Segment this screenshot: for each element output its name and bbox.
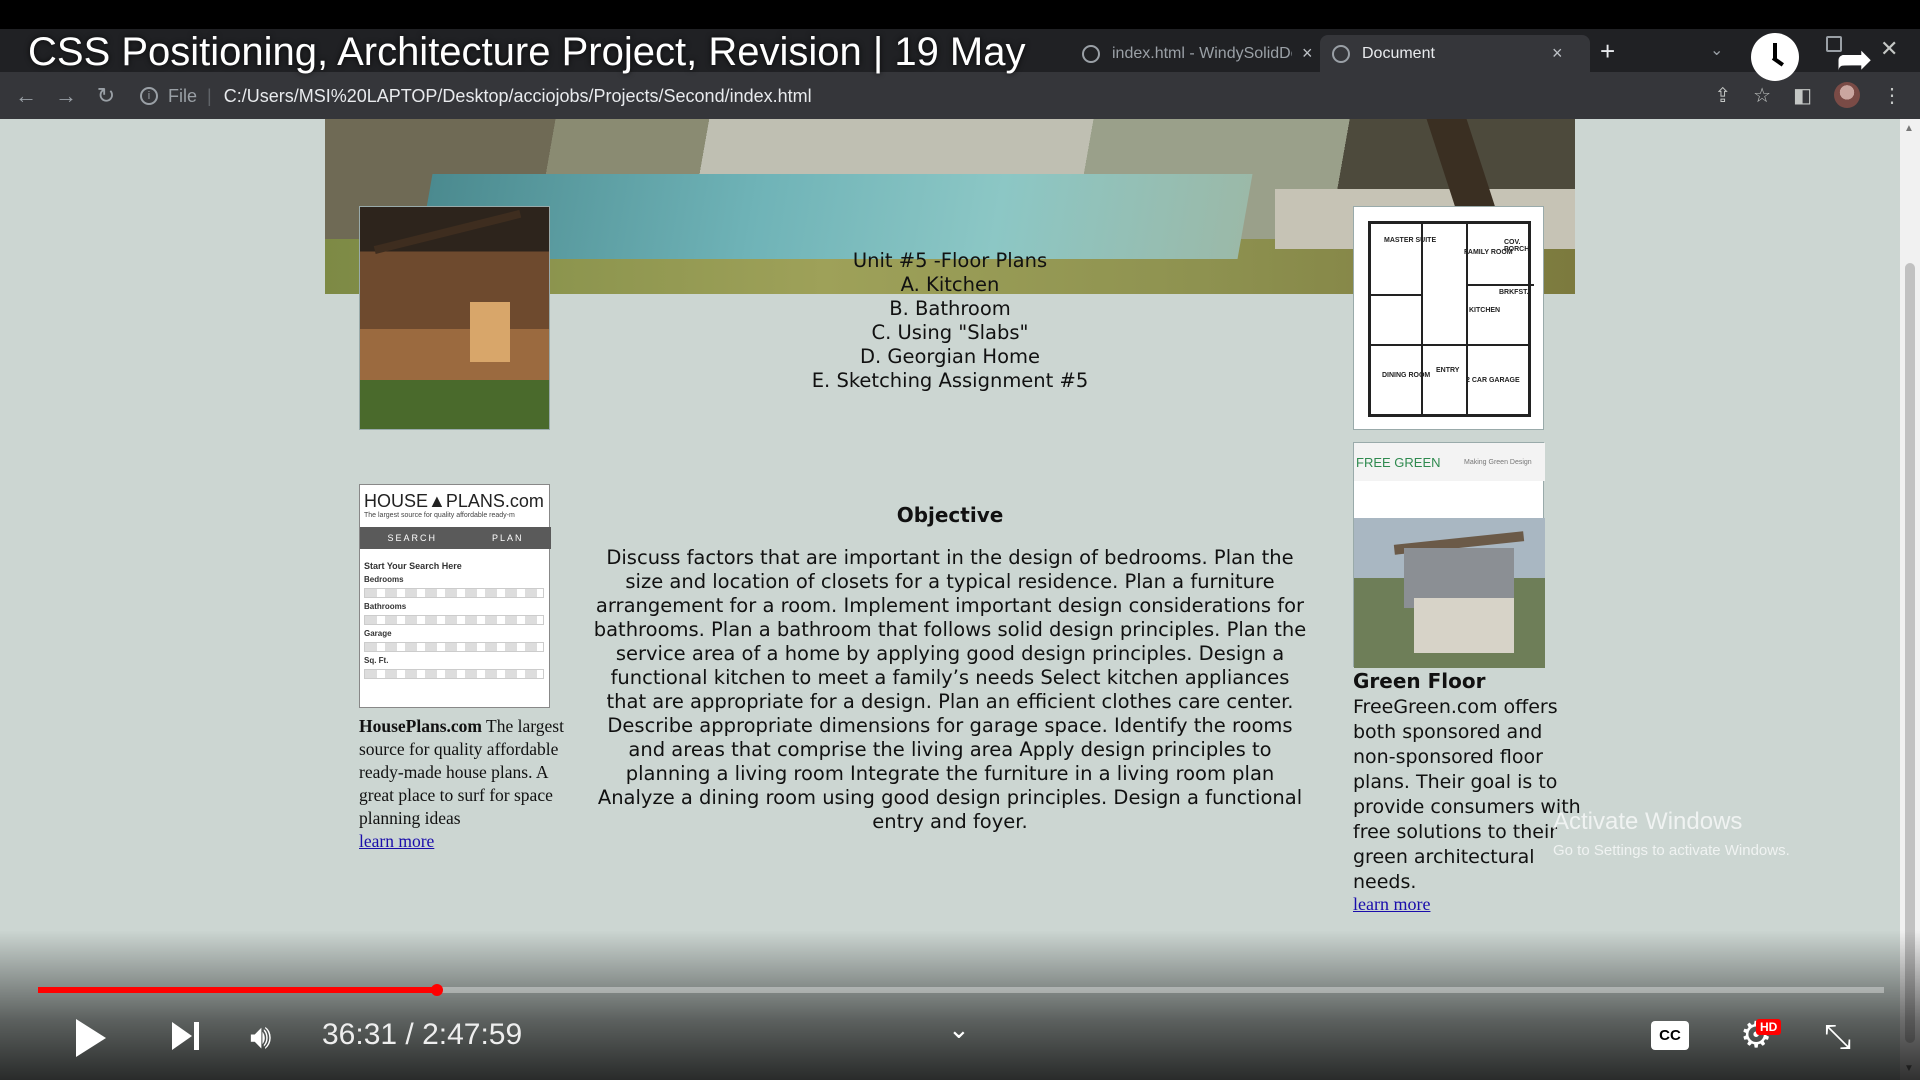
tab-search-chevron-icon[interactable]: ⌄ (1710, 40, 1723, 60)
player-controls-gradient (0, 930, 1920, 1080)
forward-icon[interactable]: → (46, 83, 86, 109)
close-tab-icon[interactable]: × (1302, 43, 1313, 64)
unit-item: C. Using "Slabs" (871, 321, 1029, 344)
green-house-render (1354, 518, 1545, 668)
plan-label: 2 CAR GARAGE (1466, 377, 1520, 384)
divider: | (207, 85, 212, 106)
bookmark-star-icon[interactable]: ☆ (1753, 83, 1771, 108)
back-icon[interactable]: ← (6, 83, 46, 109)
close-tab-icon[interactable]: × (1552, 43, 1563, 64)
freegreen-description: FreeGreen.com offers both sponsored and … (1353, 696, 1581, 893)
side-panel-icon[interactable]: ◧ (1793, 83, 1812, 108)
field-label: Bathrooms (364, 602, 407, 611)
captions-button[interactable]: CC (1651, 1021, 1689, 1050)
wall (1371, 344, 1528, 346)
objective-heading: Objective (896, 503, 1004, 527)
file-label: File (168, 85, 198, 106)
objective-paragraph: Discuss factors that are important in th… (593, 546, 1307, 833)
play-icon[interactable] (76, 1019, 106, 1057)
freegreen-logo: FREE GREEN (1356, 455, 1441, 470)
unit-title: Unit #5 -Floor Plans (852, 249, 1048, 272)
wall (1421, 224, 1423, 414)
window-close-icon[interactable]: ✕ (1880, 36, 1898, 62)
houseplans-image: HOUSE▲PLANS.com The largest source for q… (359, 484, 551, 708)
houseplans-search-bar: SEARCH PLAN (360, 527, 551, 549)
volume-icon[interactable]: 🔊︎ (250, 1018, 271, 1057)
new-tab-button[interactable]: + (1600, 36, 1615, 67)
cabin-interior-image (359, 206, 550, 430)
cabin-light (470, 302, 510, 362)
hd-badge: HD (1756, 1019, 1782, 1035)
codesandbox-icon (1082, 44, 1100, 63)
progress-played (38, 987, 437, 993)
unit-item: E. Sketching Assignment #5 (811, 369, 1089, 392)
freegreen-learn-more-link[interactable]: learn more (1353, 894, 1430, 915)
search-title: Start Your Search Here (364, 561, 462, 571)
video-time: 36:31 / 2:47:59 (322, 1018, 523, 1051)
field-label: Garage (364, 629, 392, 638)
field-row (364, 669, 544, 679)
exit-fullscreen-icon[interactable]: ⤡ (1824, 1018, 1851, 1057)
scroll-thumb[interactable] (1905, 263, 1915, 1043)
houseplans-logo: HOUSE▲PLANS.com (364, 491, 544, 511)
expand-chevron-icon[interactable]: ⌄ (948, 1014, 970, 1045)
cabin-beam (373, 209, 537, 315)
wall (1371, 294, 1421, 296)
plan-label: KITCHEN (1469, 307, 1501, 314)
tab-index-html[interactable]: index.html - WindySolidDo × (1070, 35, 1325, 72)
progress-scrubber[interactable] (430, 984, 443, 996)
tab-document[interactable]: Document × (1320, 35, 1590, 72)
tab-label: index.html - WindySolidDo (1112, 44, 1292, 62)
freegreen-image: FREE GREEN Making Green Design (1353, 442, 1545, 668)
freegreen-logo-tag: Making Green Design (1464, 459, 1532, 466)
search-tab: SEARCH (387, 533, 437, 543)
unit-item: B. Bathroom (889, 297, 1011, 320)
activate-windows-watermark: Activate Windows Go to Settings to activ… (1553, 808, 1790, 859)
houseplans-learn-more-link[interactable]: learn more (359, 831, 434, 851)
field-row (364, 615, 544, 625)
houseplans-name: HousePlans.com (359, 716, 482, 736)
wall (1466, 284, 1534, 286)
freegreen-title: Green Floor (1353, 669, 1486, 693)
field-label: Bedrooms (364, 575, 404, 584)
houseplans-form: Start Your Search Here Bedrooms Bathroom… (364, 561, 544, 683)
house-lower (1414, 598, 1514, 653)
menu-kebab-icon[interactable]: ⋮ (1882, 83, 1902, 108)
toolbar-icons: ⇪ ☆ ◧ ⋮ (1714, 82, 1902, 108)
share-arrow-icon[interactable]: ➦ (1836, 34, 1873, 85)
tab-label: Document (1362, 44, 1435, 62)
watermark-line1: Activate Windows (1553, 808, 1743, 835)
reload-icon[interactable]: ↻ (86, 83, 126, 109)
floor-plan-image: MASTER SUITE FAMILY ROOM COV. PORCH BRKF… (1353, 206, 1544, 430)
globe-icon (1332, 44, 1350, 63)
watch-later-icon[interactable] (1751, 33, 1799, 81)
unit-item: D. Georgian Home (859, 345, 1040, 368)
next-video-icon[interactable] (172, 1022, 199, 1050)
info-icon[interactable]: i (140, 87, 158, 105)
watermark-line2: Go to Settings to activate Windows. (1553, 842, 1790, 859)
field-row (364, 588, 544, 598)
unit-item: A. Kitchen (900, 273, 1000, 296)
plan-tab: PLAN (491, 533, 524, 543)
share-page-icon[interactable]: ⇪ (1714, 83, 1731, 108)
units-list: Unit #5 -Floor Plans A. Kitchen B. Bathr… (590, 249, 1310, 393)
field-label: Sq. Ft. (364, 656, 389, 665)
houseplans-caption: HousePlans.com The largest source for qu… (359, 715, 574, 853)
scroll-up-icon[interactable]: ▲ (1904, 123, 1914, 134)
plan-label: COV. PORCH (1504, 239, 1530, 253)
omnibox[interactable]: i File | C:/Users/MSI%20LAPTOP/Desktop/a… (140, 80, 1740, 112)
plan-label: ENTRY (1436, 367, 1460, 374)
profile-avatar[interactable] (1834, 82, 1860, 108)
video-progress-bar[interactable] (38, 984, 1884, 996)
url-text[interactable]: C:/Users/MSI%20LAPTOP/Desktop/acciojobs/… (224, 86, 812, 107)
top-black-bar (0, 0, 1920, 29)
plan-label: DINING ROOM (1382, 372, 1431, 379)
field-row (364, 642, 544, 652)
houseplans-tagline: The largest source for quality affordabl… (364, 512, 515, 519)
plan-label: MASTER SUITE (1384, 237, 1437, 244)
plan-label: BRKFST. (1499, 289, 1529, 296)
freegreen-header: FREE GREEN Making Green Design (1354, 443, 1545, 481)
video-title[interactable]: CSS Positioning, Architecture Project, R… (28, 30, 1026, 75)
